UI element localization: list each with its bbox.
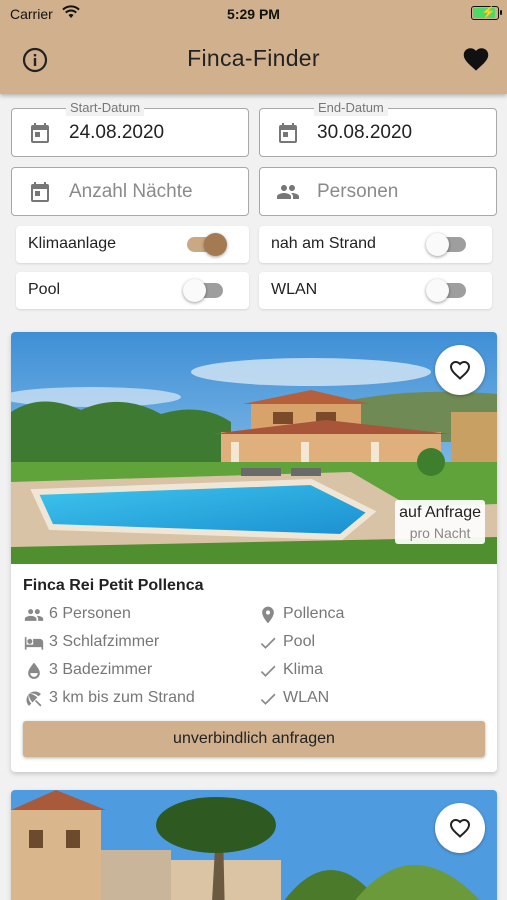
heart-outline-icon [449, 360, 471, 380]
people-icon [277, 185, 299, 199]
end-date-label: End-Datum [314, 100, 388, 116]
status-bar: Carrier 5:29 PM ⚡ [0, 0, 507, 28]
feature-text: Pollenca [283, 605, 345, 622]
battery-icon: ⚡ [471, 5, 502, 20]
start-date-value: 24.08.2020 [69, 122, 165, 143]
persons-placeholder: Personen [317, 181, 399, 202]
favorite-button[interactable] [435, 345, 485, 395]
nights-field[interactable]: Anzahl Nächte [11, 167, 249, 216]
check-icon [260, 665, 276, 677]
calendar-icon [31, 182, 49, 202]
clock: 5:29 PM [227, 6, 280, 22]
inquiry-button[interactable]: unverbindlich anfragen [23, 721, 485, 757]
wlan-switch[interactable] [426, 279, 466, 302]
finca-photo[interactable] [11, 790, 497, 900]
feature-text: 3 Schlafzimmer [49, 633, 160, 650]
aircon-switch[interactable] [187, 233, 227, 256]
feature-text: 6 Personen [49, 605, 131, 622]
price-value: auf Anfrage [399, 504, 481, 521]
filter-label: WLAN [271, 281, 318, 298]
page-title: Finca-Finder [187, 45, 320, 71]
price-badge: auf Anfrage pro Nacht [395, 500, 485, 544]
feature-text: 3 Badezimmer [49, 661, 153, 678]
app-bar: Carrier 5:29 PM ⚡ Finca-Finder [0, 0, 507, 94]
filter-label: nah am Strand [271, 235, 376, 252]
price-unit: pro Nacht [409, 525, 471, 541]
filter-pool[interactable]: Pool [16, 272, 249, 309]
filter-label: Klimaanlage [28, 235, 117, 252]
check-icon [260, 637, 276, 649]
bed-icon [24, 637, 44, 650]
favorites-heart-icon[interactable] [462, 46, 490, 72]
calendar-icon [31, 123, 49, 143]
pool-switch[interactable] [183, 279, 223, 302]
filter-label: Pool [28, 281, 61, 298]
beach-switch[interactable] [426, 233, 466, 256]
start-date-label: Start-Datum [66, 100, 145, 116]
beach-umbrella-icon [26, 691, 42, 707]
people-icon [24, 609, 44, 621]
start-date-field[interactable]: Start-Datum 24.08.2020 [11, 100, 249, 157]
calendar-icon [279, 123, 297, 143]
location-pin-icon [262, 606, 274, 624]
persons-field[interactable]: Personen [259, 167, 497, 216]
listing-card[interactable]: auf Anfrage pro Nacht Finca Rei Petit Po… [11, 332, 497, 772]
filter-wlan[interactable]: WLAN [259, 272, 492, 309]
heart-outline-icon [449, 818, 471, 838]
feature-text: Pool [283, 633, 316, 650]
feature-text: WLAN [283, 689, 330, 706]
end-date-value: 30.08.2020 [317, 122, 413, 143]
filter-beach[interactable]: nah am Strand [259, 226, 492, 263]
listing-card[interactable] [11, 790, 497, 900]
feature-text: Klima [283, 661, 324, 678]
end-date-field[interactable]: End-Datum 30.08.2020 [259, 100, 497, 157]
water-drop-icon [28, 662, 40, 679]
feature-text: 3 km bis zum Strand [49, 689, 195, 706]
filter-aircon[interactable]: Klimaanlage [16, 226, 249, 263]
listing-title: Finca Rei Petit Pollenca [23, 577, 204, 594]
nights-placeholder: Anzahl Nächte [69, 181, 193, 202]
check-icon [260, 693, 276, 705]
favorite-button[interactable] [435, 803, 485, 853]
